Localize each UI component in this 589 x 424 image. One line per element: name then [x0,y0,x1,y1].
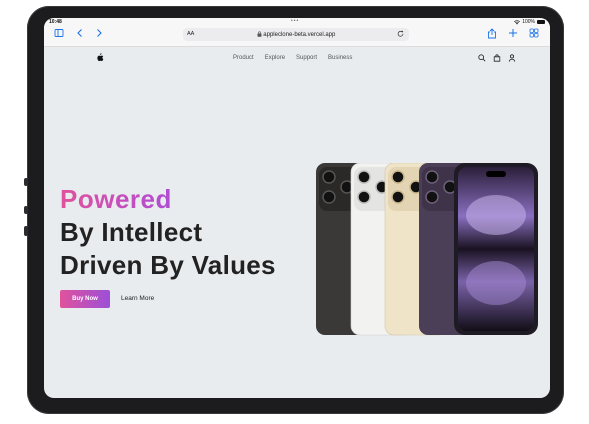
screen: 10:48 ••• 100% AA appleclone-beta.vercel… [44,18,550,398]
nav-links: Product Explore Support Business [233,55,352,61]
multitasking-dots[interactable]: ••• [291,18,299,24]
share-icon[interactable] [485,28,499,42]
apple-logo-icon[interactable] [96,53,104,62]
tabs-overview-icon[interactable] [527,28,541,42]
iphone-lineup-image [316,163,538,336]
url-value: appleclone-beta.vercel.app [263,32,336,38]
battery-icon [537,20,545,24]
user-icon[interactable] [508,54,516,62]
hero-headline-accent: Powered [60,184,172,214]
device-side-button [24,178,28,186]
nav-icons [478,54,516,62]
hero-headline-line3: Driven By Values [60,250,276,280]
browser-toolbar: AA appleclone-beta.vercel.app [44,25,550,47]
back-icon[interactable] [73,28,87,42]
nav-link-business[interactable]: Business [328,55,352,61]
nav-link-explore[interactable]: Explore [265,55,285,61]
address-bar[interactable]: AA appleclone-beta.vercel.app [183,28,409,41]
buy-now-button[interactable]: Buy Now [60,290,110,308]
reload-icon[interactable] [397,29,404,38]
device-side-button [24,226,28,236]
forward-icon[interactable] [92,28,106,42]
site-nav: Product Explore Support Business [44,47,550,69]
phone-front-screen [454,163,538,335]
bag-icon[interactable] [493,54,501,62]
url-text: appleclone-beta.vercel.app [183,31,409,38]
device-side-button [24,206,28,214]
nav-link-product[interactable]: Product [233,55,254,61]
search-icon[interactable] [478,54,486,62]
learn-more-link[interactable]: Learn More [121,295,154,302]
sidebar-icon[interactable] [52,28,66,42]
nav-link-support[interactable]: Support [296,55,317,61]
lock-icon [257,31,262,37]
hero-headline-line2: By Intellect [60,217,203,247]
new-tab-icon[interactable] [506,28,520,42]
status-bar: 10:48 ••• 100% [44,18,550,25]
wifi-icon [514,19,521,24]
